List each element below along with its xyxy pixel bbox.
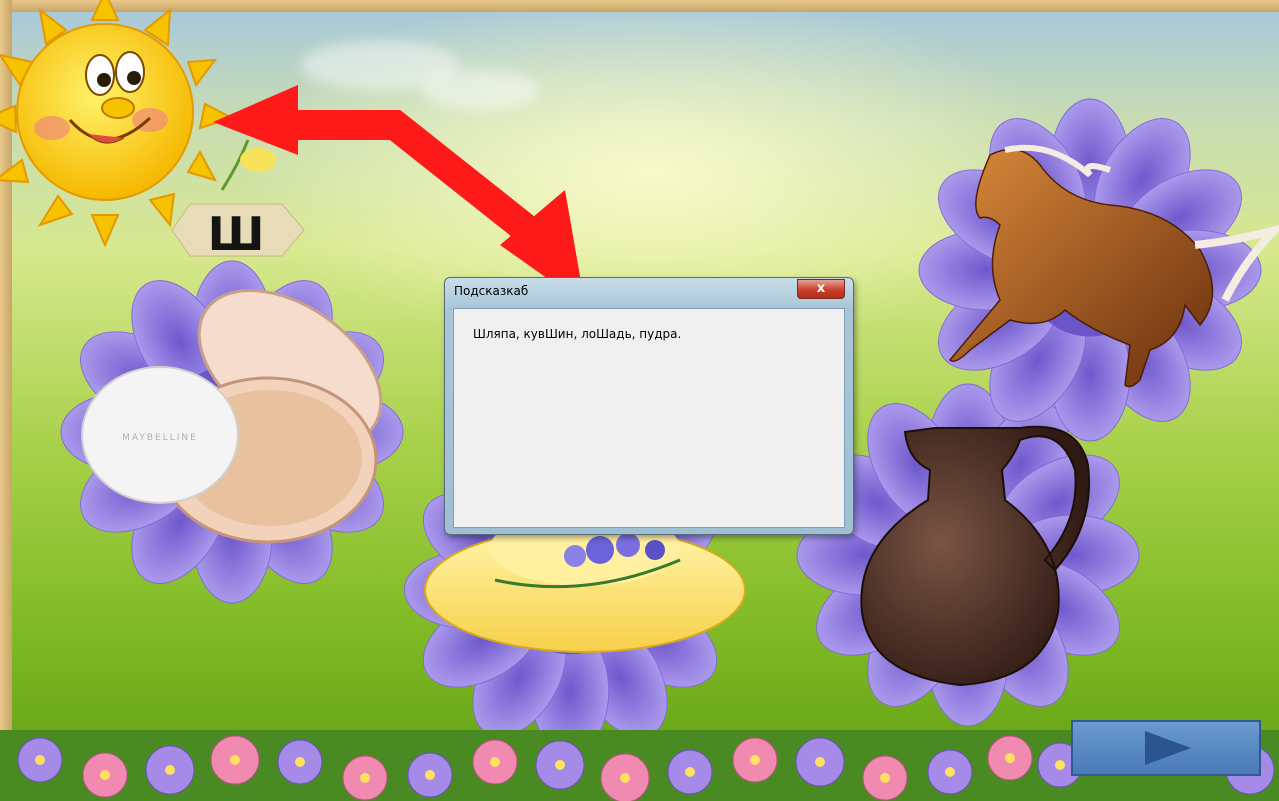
hint-dialog: Подсказкаб x Шляпа, кувШин, лоШадь, пудр…: [444, 277, 854, 535]
play-triangle-icon: [1145, 731, 1191, 765]
close-button[interactable]: x: [797, 279, 845, 299]
red-double-arrow: [213, 85, 585, 305]
compact-brand-text: MAYBELLINE: [122, 433, 198, 443]
letter-tile-glyph: Ш: [208, 207, 265, 261]
dialog-body: Шляпа, кувШин, лоШадь, пудра.: [453, 308, 845, 528]
dialog-title: Подсказкаб: [454, 284, 529, 298]
next-button[interactable]: [1071, 720, 1261, 776]
letter-tile[interactable]: Ш: [171, 203, 305, 261]
game-stage: Ш MAYBELLINE Подсказкаб x Шляпа, кувШин,…: [0, 0, 1279, 801]
small-yellow-flower: [220, 139, 276, 191]
dialog-message: Шляпа, кувШин, лоШадь, пудра.: [473, 327, 682, 341]
